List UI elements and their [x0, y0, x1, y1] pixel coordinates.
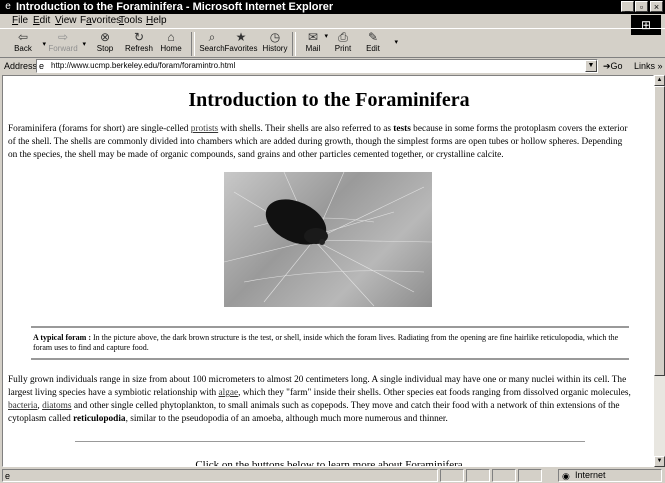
mail-icon: ✉	[307, 30, 319, 44]
page-viewport: Introduction to the Foraminifera Foramin…	[2, 75, 654, 467]
menu-bar: File Edit View Favorites Tools Help	[0, 14, 665, 28]
back-arrow-icon: ⇦	[17, 30, 29, 44]
home-icon: ⌂	[167, 30, 175, 44]
mail-button[interactable]: ✉ Mail ▾	[296, 30, 330, 58]
favorites-button[interactable]: ★ Favorites	[224, 30, 258, 58]
bacteria-link[interactable]: bacteria	[8, 401, 37, 411]
edit-icon: ✎	[367, 30, 379, 44]
chevron-down-icon[interactable]: ▾	[394, 38, 398, 46]
scroll-up-button[interactable]: ▲	[654, 75, 665, 86]
minimize-button[interactable]: _	[621, 1, 634, 12]
close-button[interactable]: ×	[650, 1, 663, 12]
menu-favorites[interactable]: Favorites	[80, 15, 121, 27]
chevron-down-icon[interactable]: ▾	[82, 40, 86, 48]
globe-icon: ◉	[562, 471, 570, 481]
forward-button[interactable]: ⇨ Forward ▾	[46, 30, 86, 58]
scroll-thumb[interactable]	[654, 86, 665, 376]
status-pane	[492, 469, 516, 482]
menu-help[interactable]: Help	[146, 15, 167, 27]
protists-link[interactable]: protists	[191, 124, 218, 134]
security-zone: ◉ Internet	[558, 469, 662, 482]
history-icon: ◷	[269, 30, 281, 44]
diatoms-link[interactable]: diatoms	[42, 401, 71, 411]
status-pane	[440, 469, 464, 482]
title-bar: e Introduction to the Foraminifera - Mic…	[0, 0, 665, 14]
menu-edit[interactable]: Edit	[33, 15, 50, 27]
go-button[interactable]: ➔Go	[603, 60, 623, 72]
ie-icon: e	[5, 1, 11, 12]
address-url[interactable]: http://www.ucmp.berkeley.edu/foram/foram…	[51, 60, 235, 72]
print-icon: ⎙	[338, 30, 348, 44]
foram-photo	[224, 172, 432, 307]
standard-toolbar: ⇦ Back ▾ ⇨ Forward ▾ ⊗ Stop ↻ Refresh ⌂ …	[0, 28, 665, 58]
photo-caption: A typical foram : In the picture above, …	[31, 326, 629, 360]
address-dropdown-button[interactable]: ▼	[585, 60, 597, 72]
window-title: Introduction to the Foraminifera - Micro…	[16, 1, 334, 13]
edit-button[interactable]: ✎ Edit ▾	[356, 30, 398, 58]
status-pane	[466, 469, 490, 482]
algae-link[interactable]: algae	[219, 388, 239, 398]
buttons-intro-text: Click on the buttons below to learn more…	[195, 459, 463, 467]
status-message-pane: e	[2, 469, 438, 482]
maximize-button[interactable]: ▫	[635, 1, 648, 12]
search-icon: ⌕	[208, 30, 216, 44]
intro-paragraph: Foraminifera (forams for short) are sing…	[8, 124, 628, 160]
horizontal-rule	[75, 441, 585, 442]
links-button[interactable]: Links »	[634, 60, 663, 72]
vertical-scrollbar[interactable]: ▲ ▼	[654, 75, 665, 467]
foram-image	[224, 172, 432, 307]
scroll-down-button[interactable]: ▼	[654, 456, 665, 467]
favorites-icon: ★	[235, 30, 247, 44]
page-done-icon: e	[5, 471, 11, 481]
address-bar: Address e http://www.ucmp.berkeley.edu/f…	[0, 58, 665, 74]
description-paragraph: Fully grown individuals range in size fr…	[8, 375, 631, 424]
stop-icon: ⊗	[99, 30, 111, 44]
menu-view[interactable]: View	[55, 15, 77, 27]
refresh-icon: ↻	[133, 30, 145, 44]
home-button[interactable]: ⌂ Home	[154, 30, 188, 58]
forward-arrow-icon: ⇨	[57, 30, 69, 44]
print-button[interactable]: ⎙ Print	[326, 30, 360, 58]
stop-button[interactable]: ⊗ Stop	[88, 30, 122, 58]
status-bar: e ◉ Internet	[0, 468, 665, 483]
back-button[interactable]: ⇦ Back ▾	[6, 30, 46, 58]
address-label: Address	[4, 61, 38, 71]
page-heading: Introduction to the Foraminifera	[188, 89, 470, 111]
status-pane	[518, 469, 542, 482]
go-arrow-icon: ➔	[603, 61, 611, 71]
history-button[interactable]: ◷ History	[258, 30, 292, 58]
refresh-button[interactable]: ↻ Refresh	[122, 30, 156, 58]
menu-file[interactable]: File	[12, 15, 28, 27]
address-input[interactable]: e http://www.ucmp.berkeley.edu/foram/for…	[36, 59, 598, 73]
menu-tools[interactable]: Tools	[119, 15, 142, 27]
page-icon: e	[39, 61, 45, 71]
